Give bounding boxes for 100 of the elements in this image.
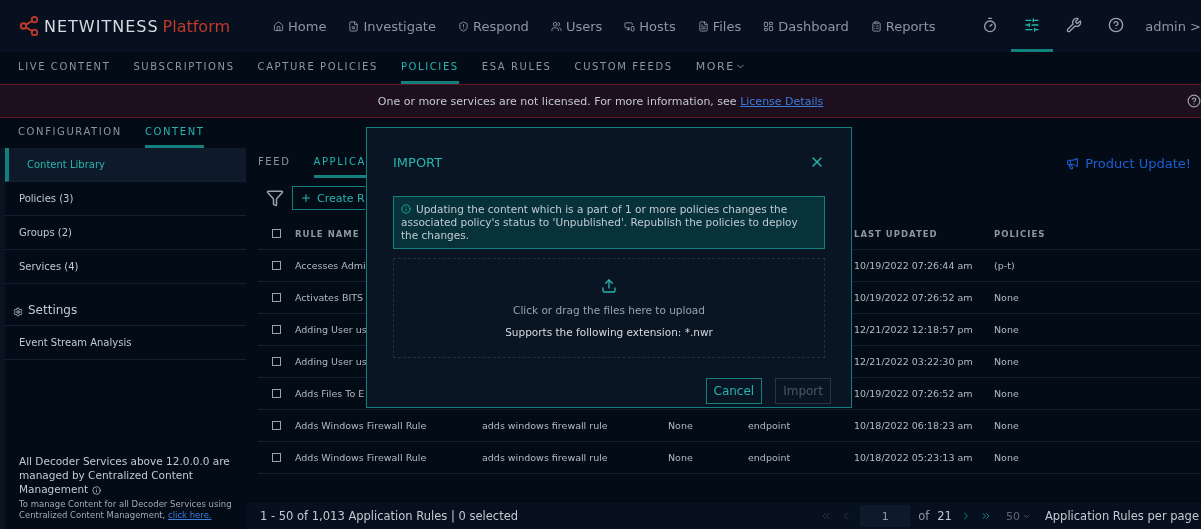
checkbox[interactable]: [272, 421, 281, 430]
checkbox[interactable]: [272, 453, 281, 462]
nav-link[interactable]: Files: [697, 18, 742, 34]
table-cell: 12/21/2022 03:22:30 pm: [854, 356, 973, 367]
column-header: RULE NAME: [295, 228, 360, 239]
gear-icon: [13, 307, 23, 317]
table-cell: 10/18/2022 06:18:23 am: [854, 420, 973, 431]
nav-tab[interactable]: LIVE CONTENT: [18, 52, 111, 84]
note-text: To manage Content for all Decoder Services using Centralized Content Management, click here.: [19, 499, 233, 521]
table-cell: endpoint: [748, 420, 791, 431]
file-search-icon: [348, 20, 360, 32]
table-cell: None: [994, 420, 1019, 431]
checkbox[interactable]: [272, 229, 281, 238]
nav-link[interactable]: Reports: [870, 18, 936, 34]
table-cell: Adding User us: [295, 356, 367, 367]
house-icon: [273, 20, 284, 32]
checkbox[interactable]: [272, 261, 281, 270]
table-cell: Adds Files To E: [295, 388, 365, 399]
table-cell: (p-t): [994, 260, 1015, 271]
table-cell: Accesses Admi: [295, 260, 366, 271]
nav-tab[interactable]: SUBSCRIPTIONS: [133, 52, 235, 84]
table-cell: Adds Windows Firewall Rule: [295, 420, 427, 431]
click-here-link[interactable]: click here.: [168, 510, 212, 520]
product-name: Platform: [162, 16, 231, 36]
brand-name: NETWITNESS: [44, 16, 159, 36]
users-icon: [550, 20, 562, 32]
double-chevron-right-icon: [979, 510, 992, 522]
page-field[interactable]: 1: [860, 505, 911, 527]
per-page-label: Application Rules per page: [1044, 509, 1199, 523]
table-cell: 12/21/2022 12:18:57 pm: [854, 324, 973, 335]
cancel-button[interactable]: Cancel: [705, 378, 763, 404]
table-cell: Activates BITS: [295, 292, 364, 303]
results-summary: 1 - 50 of 1,013 Application Rules | 0 selected: [260, 509, 519, 523]
filter-icon[interactable]: [266, 189, 284, 207]
banner-text: One or more services are not licensed. For more information, see License Details: [377, 94, 824, 108]
table-cell: endpoint: [748, 452, 791, 463]
nav-link[interactable]: Users: [550, 18, 603, 34]
table-cell: 10/18/2022 05:23:13 am: [854, 452, 973, 463]
nav-tab[interactable]: CUSTOM FEEDS: [574, 52, 673, 84]
nav-link[interactable]: Dashboard: [763, 18, 849, 34]
help-icon[interactable]: [1187, 94, 1201, 108]
total-pages: 21: [937, 509, 952, 523]
nav-tab[interactable]: ESA RULES: [481, 52, 552, 84]
column-header: POLICIES: [994, 228, 1046, 239]
product-update-link[interactable]: Product Update!: [1066, 148, 1191, 178]
table-cell: adds windows firewall rule: [482, 452, 608, 463]
table-cell: None: [994, 452, 1019, 463]
upload-dropzone[interactable]: Click or drag the files here to upload Supports the following extension: *.nwr: [393, 258, 825, 358]
section-heading: Settings: [28, 303, 78, 317]
user-menu[interactable]: admin >: [1145, 18, 1201, 34]
document-icon: [697, 20, 709, 32]
note-title: All Decoder Services above 12.0.0.0 are managed by Centralized Content Management: [19, 454, 231, 496]
wrench-icon: [1066, 16, 1083, 33]
table-cell: 10/19/2022 07:26:52 am: [854, 292, 973, 303]
checkbox[interactable]: [272, 357, 281, 366]
table-cell: 10/19/2022 07:26:44 am: [854, 260, 973, 271]
table-cell: None: [994, 356, 1019, 367]
more-menu[interactable]: MORE: [695, 52, 746, 84]
info-message: Updating the content which is a part of 1 or more policies changes the associated policy's status to 'Unpublished'. Republish the policies to deploy the changes.: [393, 196, 825, 249]
last-page-button[interactable]: [979, 510, 992, 522]
dropzone-text: Click or drag the files here to upload: [513, 304, 705, 316]
license-link[interactable]: License Details: [740, 94, 824, 108]
nav-tab[interactable]: CAPTURE POLICIES: [257, 52, 378, 84]
logo-icon: [18, 15, 40, 37]
checkbox[interactable]: [272, 389, 281, 398]
dialog-title: IMPORT: [393, 154, 443, 170]
table-cell: Adding User us: [295, 324, 367, 335]
table-cell: None: [668, 420, 693, 431]
info-icon: [91, 485, 101, 495]
table-cell: None: [994, 388, 1019, 399]
nav-link[interactable]: Home: [273, 18, 327, 34]
table-cell: adds windows firewall rule: [482, 420, 608, 431]
help-icon: [1108, 16, 1125, 33]
megaphone-icon: [1066, 156, 1080, 170]
extension-note: Supports the following extension: *.nwr: [505, 326, 713, 338]
upload-icon: [601, 278, 617, 294]
info-icon: [401, 204, 411, 214]
nav-link[interactable]: Investigate: [348, 18, 436, 34]
tab[interactable]: CONFIGURATION: [18, 118, 122, 148]
checkbox[interactable]: [272, 293, 281, 302]
sliders-icon: [1024, 16, 1041, 33]
dashboard-icon: [763, 20, 775, 32]
column-header: LAST UPDATED: [854, 228, 938, 239]
nav-link[interactable]: Respond: [457, 18, 529, 34]
sidebar-item[interactable]: Content Library: [5, 148, 246, 182]
table-cell: 10/19/2022 07:26:52 am: [854, 388, 973, 399]
page-of-label: of: [918, 509, 930, 523]
shield-icon: [457, 20, 469, 32]
clipboard-icon: [870, 20, 882, 32]
plus-icon: [300, 192, 312, 204]
double-chevron-left-icon: [820, 510, 833, 522]
table-cell: None: [668, 452, 693, 463]
table-cell: None: [994, 292, 1019, 303]
checkbox[interactable]: [272, 325, 281, 334]
table-cell: None: [994, 324, 1019, 335]
devices-icon: [624, 20, 636, 32]
tab[interactable]: FEED: [258, 148, 291, 178]
table-cell: Adds Windows Firewall Rule: [295, 452, 427, 463]
create-rule-button[interactable]: Create R: [292, 186, 365, 210]
nav-link[interactable]: Hosts: [624, 18, 676, 34]
